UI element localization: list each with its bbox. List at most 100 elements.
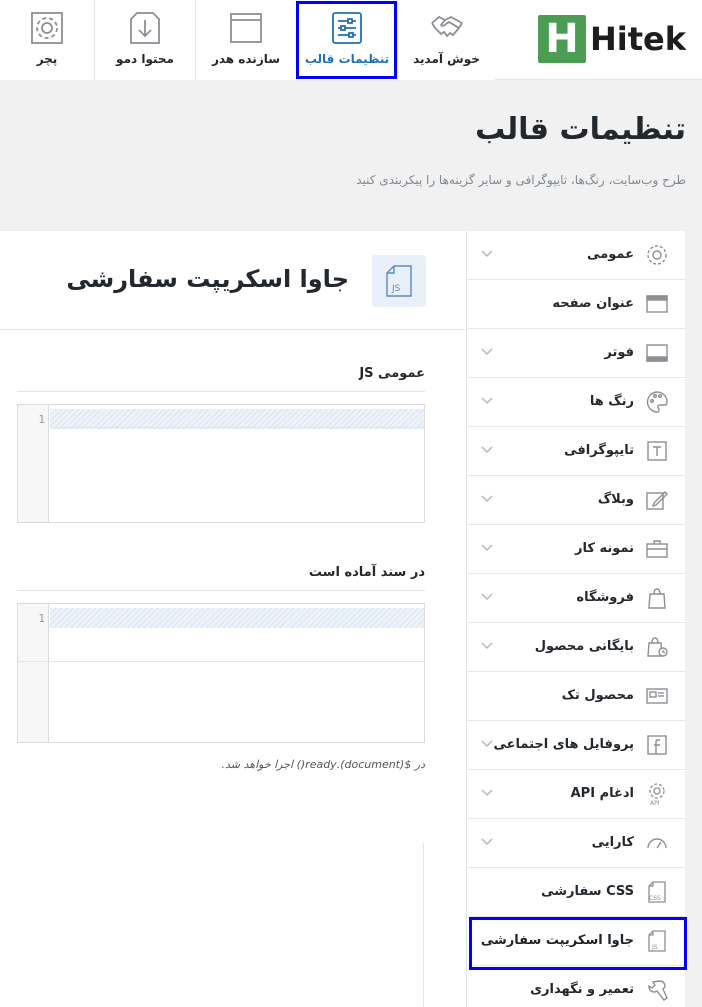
download-icon: [127, 10, 163, 46]
sidebar-item-single-product[interactable]: محصول تک: [467, 672, 686, 721]
sidebar-item-label: رنگ ها: [589, 394, 634, 409]
chevron-down-icon: [481, 397, 493, 405]
chevron-down-icon: [481, 642, 493, 650]
sidebar-item-label: نمونه کار: [575, 541, 634, 556]
chevron-down-icon: [481, 250, 493, 258]
sidebar-item-page-title[interactable]: عنوان صفحه: [467, 280, 686, 329]
tab-welcome-label: خوش آمدید: [413, 52, 480, 66]
sidebar-item-label: فوتر: [604, 345, 634, 360]
title-bar-icon: [645, 292, 669, 316]
tab-theme-settings[interactable]: تنظیمات قالب: [296, 0, 397, 80]
settings-panel: JS جاوا اسکریپت سفارشی عمومی JS 1 در سند…: [0, 231, 466, 1007]
line-number: 1: [38, 612, 45, 625]
tab-plugins-label: پچر: [36, 52, 58, 66]
sidebar-item-label: کارایی: [591, 835, 634, 850]
hitek-logo[interactable]: H Hitek: [537, 14, 686, 64]
chevron-down-icon: [481, 495, 493, 503]
top-nav-bar: H Hitek خوش آمدید تنظیمات قالب سازنده هد…: [0, 0, 702, 80]
settings-sidebar: عمومی عنوان صفحه فوتر رنگ ها تایپوگرافی …: [466, 231, 686, 1007]
sliders-icon: [329, 10, 365, 46]
footer-icon: [645, 341, 669, 365]
divider: [17, 590, 425, 591]
handshake-icon: [429, 10, 465, 46]
divider: [17, 391, 425, 392]
sidebar-item-custom-js[interactable]: JS جاوا اسکریپت سفارشی: [467, 917, 686, 966]
logo-text: Hitek: [589, 20, 686, 58]
sidebar-item-product-archive[interactable]: بایگانی محصول: [467, 623, 686, 672]
field-doc-ready-label: در سند آماده است: [308, 565, 425, 580]
editor-active-line: [50, 608, 424, 628]
svg-text:API: API: [650, 800, 660, 806]
sidebar-item-label: ادغام API: [570, 786, 634, 801]
sidebar-item-label: تایپوگرافی: [564, 443, 634, 458]
sidebar-item-colors[interactable]: رنگ ها: [467, 378, 686, 427]
tab-header-builder[interactable]: سازنده هدر: [195, 0, 296, 80]
sidebar-item-label: جاوا اسکریپت سفارشی: [480, 933, 634, 948]
doc-ready-js-editor[interactable]: 1: [17, 603, 425, 743]
sidebar-item-social-profiles[interactable]: پروفایل های اجتماعی: [467, 721, 686, 770]
wrench-icon: [645, 978, 669, 1002]
chevron-down-icon: [481, 446, 493, 454]
css-file-icon: CSS: [645, 880, 669, 904]
svg-text:JS: JS: [391, 284, 401, 294]
chevron-down-icon: [481, 838, 493, 846]
chevron-down-icon: [481, 789, 493, 797]
divider: [18, 661, 424, 662]
sidebar-item-label: بایگانی محصول: [534, 639, 634, 654]
tab-demo-content[interactable]: محتوا دمو: [94, 0, 195, 80]
sidebar-item-performance[interactable]: کارایی: [467, 819, 686, 868]
panel-title: جاوا اسکریپت سفارشی: [66, 265, 349, 293]
panel-header: JS جاوا اسکریپت سفارشی: [0, 231, 466, 330]
tab-plugins[interactable]: پچر: [0, 0, 94, 80]
sidebar-item-typography[interactable]: تایپوگرافی: [467, 427, 686, 476]
js-file-icon: JS: [372, 255, 426, 307]
gear-icon: [645, 243, 669, 267]
sidebar-item-label: عمومی: [587, 247, 634, 262]
js-file-icon: JS: [645, 929, 669, 953]
window-icon: [228, 10, 264, 46]
general-js-editor[interactable]: 1: [17, 404, 425, 523]
sidebar-item-maintenance[interactable]: تعمیر و نگهداری: [467, 966, 686, 1007]
typography-icon: [645, 439, 669, 463]
sidebar-item-general[interactable]: عمومی: [467, 231, 686, 280]
chevron-down-icon: [481, 740, 493, 748]
chevron-down-icon: [481, 593, 493, 601]
chevron-down-icon: [481, 544, 493, 552]
sidebar-item-api[interactable]: API ادغام API: [467, 770, 686, 819]
page-title: تنظیمات قالب: [475, 112, 686, 147]
sidebar-item-footer[interactable]: فوتر: [467, 329, 686, 378]
tab-demo-content-label: محتوا دمو: [116, 52, 174, 66]
sidebar-item-custom-css[interactable]: CSS CSS سفارشی: [467, 868, 686, 917]
speedometer-icon: [645, 831, 669, 855]
shopping-bag-icon: [645, 586, 669, 610]
tab-header-builder-label: سازنده هدر: [211, 52, 281, 66]
archive-bag-icon: [645, 635, 669, 659]
field-general-js-label: عمومی JS: [359, 366, 425, 381]
svg-text:JS: JS: [651, 944, 658, 951]
sidebar-item-shop[interactable]: فروشگاه: [467, 574, 686, 623]
palette-icon: [645, 390, 669, 414]
divider: [50, 427, 424, 428]
editor-active-line: [50, 409, 424, 429]
tab-welcome[interactable]: خوش آمدید: [397, 0, 495, 80]
sidebar-item-label: پروفایل های اجتماعی: [493, 737, 634, 752]
briefcase-icon: [645, 537, 669, 561]
sidebar-item-label: محصول تک: [561, 688, 634, 703]
sidebar-item-label: عنوان صفحه: [552, 296, 634, 311]
sidebar-item-portfolio[interactable]: نمونه کار: [467, 525, 686, 574]
sidebar-item-label: تعمیر و نگهداری: [530, 982, 634, 997]
product-card-icon: [645, 684, 669, 708]
edit-icon: [645, 488, 669, 512]
gear-icon: [29, 10, 65, 46]
page-subtitle: طرح وب‌سایت، رنگ‌ها، تایپوگرافی و سایر گ…: [356, 173, 686, 187]
sidebar-item-label: فروشگاه: [576, 590, 634, 605]
field-note: در $(document).ready() اجرا خواهد شد.: [221, 758, 425, 771]
chevron-down-icon: [481, 348, 493, 356]
sidebar-item-blog[interactable]: وبلاگ: [467, 476, 686, 525]
tab-theme-settings-label: تنظیمات قالب: [304, 52, 390, 66]
divider: [423, 843, 424, 1007]
api-icon: API: [645, 782, 669, 806]
facebook-icon: [645, 733, 669, 757]
logo-mark: H: [537, 15, 586, 63]
line-number: 1: [38, 413, 45, 426]
